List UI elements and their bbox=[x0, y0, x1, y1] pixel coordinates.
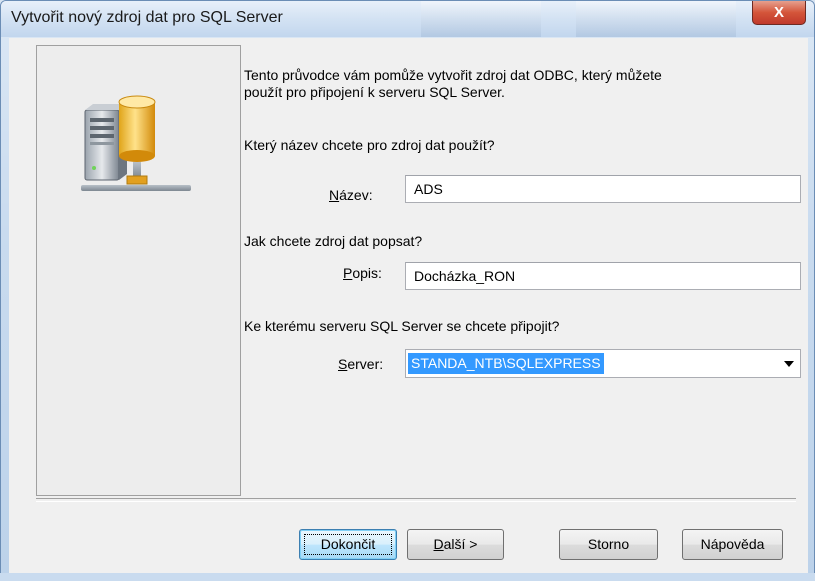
help-button-label: Nápověda bbox=[700, 536, 765, 552]
description-label: Popis: bbox=[343, 265, 382, 281]
window-title: Vytvořit nový zdroj dat pro SQL Server bbox=[11, 9, 283, 26]
name-label: Název: bbox=[329, 187, 373, 203]
name-question: Který název chcete pro zdroj dat použít? bbox=[244, 137, 495, 153]
close-button[interactable]: X bbox=[752, 1, 806, 25]
name-input[interactable]: ADS bbox=[405, 175, 801, 203]
dialog-client-area: Tento průvodce vám pomůže vytvořit zdroj… bbox=[9, 38, 808, 574]
title-bar-reflection bbox=[421, 1, 541, 37]
server-label: Server: bbox=[338, 356, 384, 372]
wizard-banner bbox=[36, 45, 241, 496]
close-icon: X bbox=[773, 4, 784, 21]
window-bottom-frame bbox=[0, 573, 815, 581]
description-question: Jak chcete zdroj dat popsat? bbox=[244, 233, 423, 249]
database-server-icon bbox=[81, 95, 191, 191]
finish-button[interactable]: Dokončit bbox=[299, 529, 397, 560]
server-selected-value: STANDA_NTB\SQLEXPRESS bbox=[408, 353, 604, 374]
help-button[interactable]: Nápověda bbox=[682, 529, 783, 560]
next-button-label: Další > bbox=[433, 536, 478, 552]
cancel-button-label: Storno bbox=[587, 536, 630, 552]
wizard-intro-text: Tento průvodce vám pomůže vytvořit zdroj… bbox=[244, 67, 662, 100]
cancel-button[interactable]: Storno bbox=[559, 529, 658, 560]
server-combobox[interactable]: STANDA_NTB\SQLEXPRESS bbox=[405, 349, 801, 378]
title-bar-reflection bbox=[576, 1, 736, 37]
chevron-down-icon[interactable] bbox=[784, 361, 794, 367]
button-separator bbox=[36, 498, 796, 502]
title-bar[interactable]: Vytvořit nový zdroj dat pro SQL Server X bbox=[1, 1, 814, 37]
description-input[interactable]: Docházka_RON bbox=[405, 262, 801, 290]
finish-button-label: Dokončit bbox=[320, 536, 376, 552]
server-question: Ke kterému serveru SQL Server se chcete … bbox=[244, 318, 560, 334]
next-button[interactable]: Další > bbox=[407, 529, 504, 560]
wizard-window: Vytvořit nový zdroj dat pro SQL Server X bbox=[0, 0, 815, 581]
